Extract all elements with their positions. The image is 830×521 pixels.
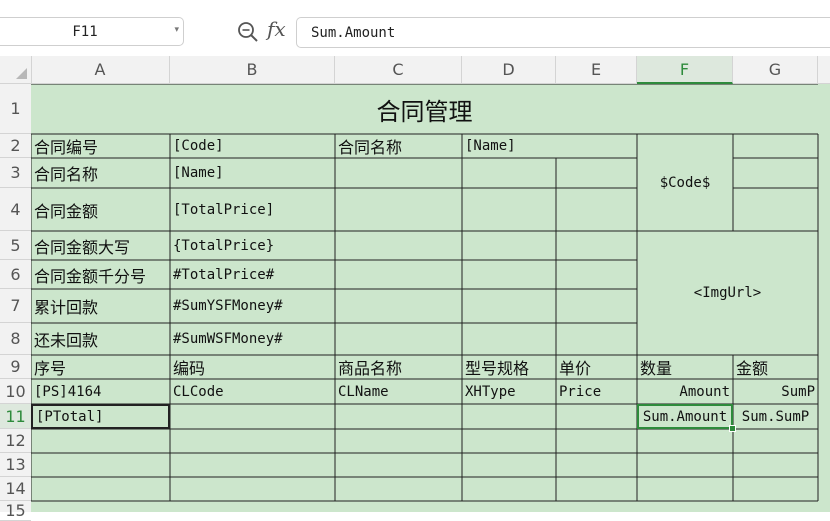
cell-b5[interactable]: {TotalPrice}: [170, 231, 335, 260]
row-header-6[interactable]: 6: [0, 260, 31, 289]
column-header-b[interactable]: B: [170, 56, 335, 83]
cell-f9[interactable]: 数量: [637, 355, 733, 379]
cell-c9[interactable]: 商品名称: [335, 355, 462, 379]
cell-g10[interactable]: SumP: [733, 379, 818, 404]
cell-b6[interactable]: #TotalPrice#: [170, 260, 335, 289]
row-header-4[interactable]: 4: [0, 188, 31, 231]
cell-c10[interactable]: CLName: [335, 379, 462, 404]
fx-icon[interactable]: fx: [267, 17, 286, 41]
row-header-3[interactable]: 3: [0, 158, 31, 188]
column-header-f[interactable]: F: [637, 56, 733, 84]
row-header-14[interactable]: 14: [0, 477, 31, 501]
cell-b8[interactable]: #SumWSFMoney#: [170, 323, 335, 355]
formula-bar: F11 ▾ fx Sum.Amount: [0, 0, 830, 56]
select-all-corner[interactable]: [0, 56, 32, 83]
cell-d2[interactable]: [Name]: [462, 134, 637, 158]
name-box[interactable]: F11 ▾: [0, 17, 184, 46]
cell-b9[interactable]: 编码: [170, 355, 335, 379]
cell-d9[interactable]: 型号规格: [462, 355, 556, 379]
cell-a8[interactable]: 还未回款: [31, 323, 170, 355]
cell-g11[interactable]: Sum.SumP: [733, 404, 818, 429]
zoom-icon[interactable]: [236, 20, 260, 44]
formula-text: Sum.Amount: [311, 25, 396, 41]
cell-b7[interactable]: #SumYSFMoney#: [170, 289, 335, 323]
cell-f10[interactable]: Amount: [637, 379, 733, 404]
row-header-7[interactable]: 7: [0, 289, 31, 323]
cell-b10[interactable]: CLCode: [170, 379, 335, 404]
cell-a9[interactable]: 序号: [31, 355, 170, 379]
row-header-10[interactable]: 10: [0, 379, 31, 404]
cell-a5[interactable]: 合同金额大写: [31, 231, 170, 260]
row-header-11[interactable]: 11: [0, 404, 31, 429]
row-header-12[interactable]: 12: [0, 429, 31, 453]
column-header-a[interactable]: A: [31, 56, 170, 83]
name-box-value: F11: [72, 24, 98, 40]
cell-a4[interactable]: 合同金额: [31, 188, 170, 231]
column-header-row: ABCDEFG: [0, 56, 830, 84]
select-all-icon: [16, 68, 27, 79]
cell-title-merged[interactable]: 合同管理: [31, 84, 818, 134]
cell-a6[interactable]: 合同金额千分号: [31, 260, 170, 289]
cell-b2[interactable]: [Code]: [170, 134, 335, 158]
cell-b3[interactable]: [Name]: [170, 158, 335, 188]
name-box-dropdown-icon[interactable]: ▾: [174, 25, 179, 35]
row-header-9[interactable]: 9: [0, 355, 31, 379]
cell-code-merged[interactable]: $Code$: [637, 134, 733, 231]
cell-a7[interactable]: 累计回款: [31, 289, 170, 323]
row-header-15[interactable]: 15: [0, 501, 31, 521]
row-header-2[interactable]: 2: [0, 134, 31, 158]
column-header-c[interactable]: C: [335, 56, 462, 83]
cell-a2[interactable]: 合同编号: [31, 134, 170, 158]
spreadsheet-grid[interactable]: 合同管理 合同编号 [Code] 合同名称 [Name] 合同金额 [TotalPrice]…: [31, 84, 830, 512]
cell-b4[interactable]: [TotalPrice]: [170, 188, 335, 231]
row-header-column: 1 2 3 4 5 6 7 8 9 10 11 12 13 14 15: [0, 84, 32, 521]
cell-c2[interactable]: 合同名称: [335, 134, 462, 158]
column-header-g[interactable]: G: [733, 56, 818, 83]
row-header-1[interactable]: 1: [0, 84, 31, 134]
cell-a10[interactable]: [PS]4164: [31, 379, 170, 404]
cell-g9[interactable]: 金额: [733, 355, 818, 379]
cell-img-merged[interactable]: <ImgUrl>: [637, 231, 818, 355]
row-header-5[interactable]: 5: [0, 231, 31, 260]
cell-a3[interactable]: 合同名称: [31, 158, 170, 188]
cell-a11[interactable]: [PTotal]: [31, 404, 170, 429]
cell-e10[interactable]: Price: [556, 379, 637, 404]
column-header-d[interactable]: D: [462, 56, 556, 83]
fill-handle[interactable]: [729, 425, 736, 432]
row-header-13[interactable]: 13: [0, 453, 31, 477]
cell-d10[interactable]: XHType: [462, 379, 556, 404]
row-header-8[interactable]: 8: [0, 323, 31, 355]
cell-e9[interactable]: 单价: [556, 355, 637, 379]
column-header-e[interactable]: E: [556, 56, 637, 83]
formula-input[interactable]: Sum.Amount: [296, 17, 830, 48]
cell-f11-selected[interactable]: Sum.Amount: [637, 404, 733, 429]
